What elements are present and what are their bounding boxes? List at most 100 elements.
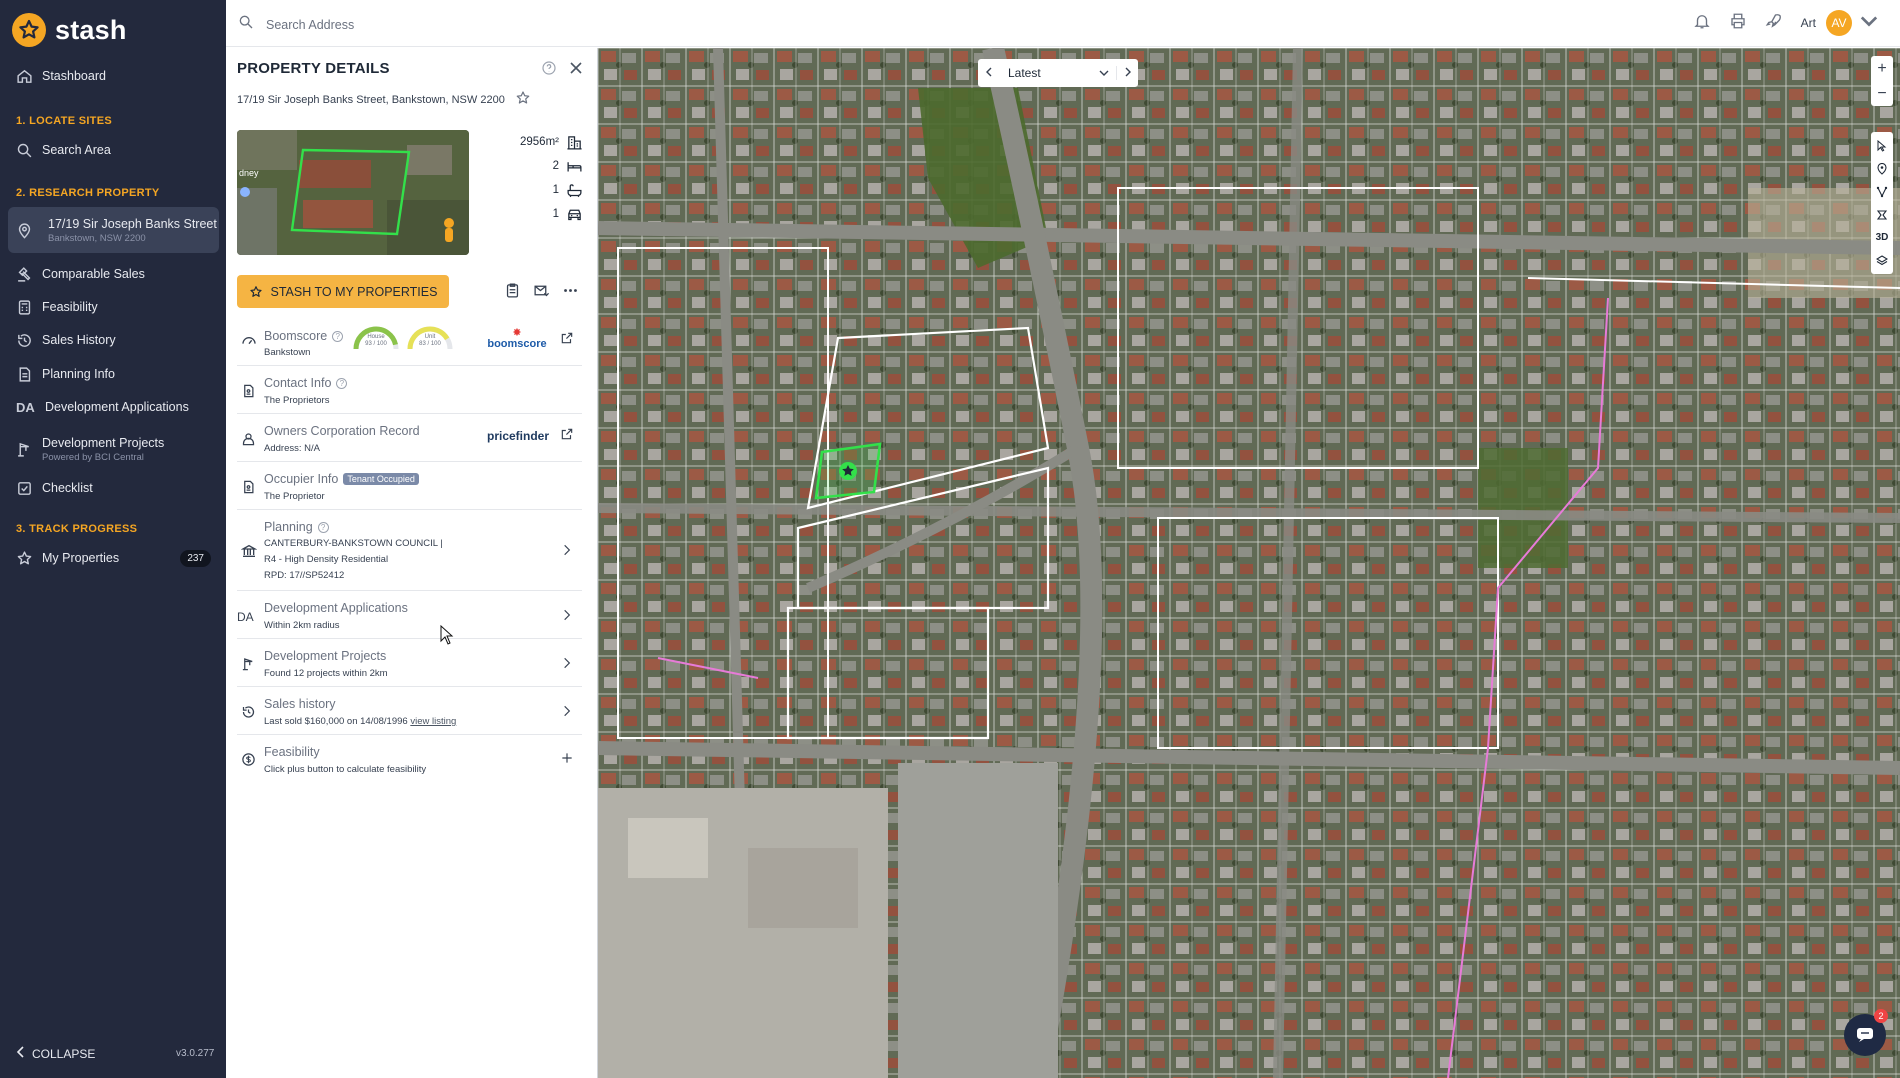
avatar[interactable]: AV xyxy=(1826,10,1852,36)
sidebar-item-sales-history[interactable]: Sales History xyxy=(8,330,219,350)
question-icon[interactable]: ? xyxy=(336,377,348,389)
sales-history-row[interactable]: Sales history Last sold $160,000 on 14/0… xyxy=(237,687,582,735)
zoom-in-button[interactable]: + xyxy=(1871,56,1893,81)
imagery-date-selector: Latest xyxy=(978,59,1138,87)
property-details-panel: PROPERTY DETAILS 17/19 Sir Joseph Banks … xyxy=(226,48,598,1078)
favorite-star-icon[interactable] xyxy=(515,90,531,109)
more-options-icon[interactable] xyxy=(562,282,579,304)
sidebar-item-label: Feasibility xyxy=(42,300,98,314)
zoom-controls: + − xyxy=(1871,56,1893,106)
occupier-info-title: Occupier Info xyxy=(264,472,339,486)
chevron-left-icon[interactable] xyxy=(978,66,1000,80)
feasibility-sub: Click plus button to calculate feasibili… xyxy=(264,764,427,775)
occupier-info-row[interactable]: Occupier Info Tenant Occupied The Propri… xyxy=(237,462,582,510)
pricefinder-brand: pricefinder xyxy=(487,429,550,443)
document-icon xyxy=(19,366,31,382)
owners-corporation-title: Owners Corporation Record xyxy=(264,424,420,438)
chevron-right-icon[interactable] xyxy=(560,543,574,557)
external-link-icon[interactable] xyxy=(560,427,574,441)
external-link-icon[interactable] xyxy=(560,331,574,345)
development-projects-row[interactable]: Development Projects Found 12 projects w… xyxy=(237,639,582,687)
contact-info-row[interactable]: Contact Info ? The Proprietors xyxy=(237,366,582,414)
printer-icon[interactable] xyxy=(1729,12,1747,35)
planning-row[interactable]: Planning ? CANTERBURY-BANKSTOWN COUNCIL … xyxy=(237,510,582,591)
sidebar-item-checklist[interactable]: Checklist xyxy=(8,478,219,498)
logo[interactable]: stash xyxy=(12,12,127,48)
pointer-tool-icon[interactable] xyxy=(1871,134,1893,157)
chat-button[interactable]: 2 xyxy=(1844,1009,1888,1056)
chevron-right-icon[interactable] xyxy=(560,608,574,622)
close-icon[interactable] xyxy=(569,61,583,80)
zoom-out-button[interactable]: − xyxy=(1871,81,1893,106)
stash-to-my-properties-button[interactable]: STASH TO MY PROPERTIES xyxy=(237,275,449,308)
sidebar-item-stashboard[interactable]: Stashboard xyxy=(8,66,219,86)
house-score-gauge: House 93 / 100 xyxy=(351,322,401,357)
chevron-right-icon[interactable] xyxy=(1116,66,1138,80)
sidebar-item-development-applications[interactable]: DA Development Applications xyxy=(8,397,219,417)
sales-history-sub-wrap: Last sold $160,000 on 14/08/1996 view li… xyxy=(264,716,456,727)
rocket-icon[interactable] xyxy=(1765,12,1783,35)
sidebar: stash Stashboard 1. LOCATE SITES Search … xyxy=(0,0,226,1078)
panel-title: PROPERTY DETAILS xyxy=(237,60,390,77)
person-icon xyxy=(242,433,255,446)
sidebar-item-label: Development Applications xyxy=(45,400,189,414)
sidebar-item-label: 17/19 Sir Joseph Banks Street xyxy=(48,216,217,231)
occupier-info-title-wrap: Occupier Info Tenant Occupied xyxy=(264,472,419,486)
sidebar-item-comparable-sales[interactable]: Comparable Sales xyxy=(8,264,219,284)
bathrooms-stat: 1 xyxy=(553,181,583,199)
sidebar-item-planning-info[interactable]: Planning Info xyxy=(8,364,219,384)
logo-text: stash xyxy=(55,14,127,45)
plus-icon[interactable] xyxy=(560,751,574,765)
chevron-down-icon[interactable] xyxy=(1092,66,1116,80)
section-label-locate: 1. LOCATE SITES xyxy=(16,115,112,127)
da-icon: DA xyxy=(16,399,35,415)
location-pin-tool-icon[interactable] xyxy=(1871,157,1893,180)
question-icon[interactable]: ? xyxy=(332,330,344,342)
sidebar-item-feasibility[interactable]: Feasibility xyxy=(8,297,219,317)
search-icon xyxy=(238,14,254,35)
document-icon xyxy=(244,480,254,494)
help-icon[interactable] xyxy=(541,60,557,81)
bedrooms-value: 2 xyxy=(552,160,559,172)
email-icon[interactable] xyxy=(533,282,550,304)
collapse-label: COLLAPSE xyxy=(32,1046,96,1061)
car-spaces-stat: 1 xyxy=(553,205,583,223)
chevron-down-icon[interactable] xyxy=(1860,12,1878,35)
history-icon xyxy=(242,706,255,718)
sidebar-item-my-properties[interactable]: My Properties 237 xyxy=(8,548,219,568)
chevron-right-icon[interactable] xyxy=(560,704,574,718)
dollar-icon xyxy=(242,753,255,766)
chat-unread-badge: 2 xyxy=(1874,1009,1888,1023)
sidebar-item-label: Search Area xyxy=(42,143,111,157)
sales-history-title: Sales history xyxy=(264,697,336,711)
measure-tool-icon[interactable] xyxy=(1871,180,1893,203)
feasibility-title: Feasibility xyxy=(264,745,320,759)
chevron-right-icon[interactable] xyxy=(560,656,574,670)
contact-info-sub: The Proprietors xyxy=(264,395,330,406)
development-applications-row[interactable]: DA Development Applications Within 2km r… xyxy=(237,591,582,639)
question-icon[interactable]: ? xyxy=(317,521,329,533)
unit-score-value: 83 / 100 xyxy=(419,341,441,347)
sidebar-item-sublabel: Bankstown, NSW 2200 xyxy=(48,232,146,244)
owners-corporation-row[interactable]: Owners Corporation Record Address: N/A p… xyxy=(237,414,582,462)
3d-view-button[interactable]: 3D xyxy=(1871,226,1893,249)
sidebar-item-label: Planning Info xyxy=(42,367,115,381)
pricefinder-logo[interactable]: pricefinder xyxy=(487,429,549,443)
imagery-date-value[interactable]: Latest xyxy=(1000,66,1092,80)
view-listing-link[interactable]: view listing xyxy=(410,716,456,727)
sidebar-item-active-property[interactable]: 17/19 Sir Joseph Banks Street Bankstown,… xyxy=(8,207,219,253)
clipboard-icon[interactable] xyxy=(504,282,521,304)
boomscore-title: Boomscore xyxy=(264,329,328,343)
sidebar-item-development-projects[interactable]: Development Projects Powered by BCI Cent… xyxy=(8,432,219,466)
boomscore-logo[interactable]: ✸ boomscore xyxy=(487,328,547,351)
user-name: Art xyxy=(1800,16,1816,30)
property-aerial-thumbnail[interactable]: dney xyxy=(237,130,469,255)
area-tool-icon[interactable] xyxy=(1871,203,1893,226)
search-address-input[interactable] xyxy=(266,17,666,32)
map-view[interactable]: Latest + − 3D 2 xyxy=(598,48,1900,1078)
bell-icon[interactable] xyxy=(1693,12,1711,35)
layers-icon[interactable] xyxy=(1871,249,1893,272)
aerial-map[interactable] xyxy=(598,48,1900,1078)
collapse-button[interactable]: COLLAPSE xyxy=(16,1046,95,1061)
sidebar-item-search-area[interactable]: Search Area xyxy=(8,140,219,160)
